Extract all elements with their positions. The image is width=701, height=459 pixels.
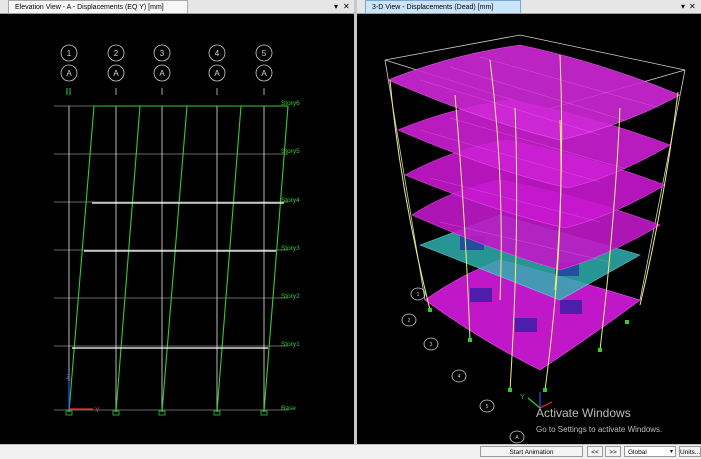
status-bar: Start Animation << >> Global ▾ Units... (0, 444, 701, 459)
close-icon[interactable]: ✕ (689, 0, 696, 13)
pin-dropdown-icon[interactable]: ▾ (681, 0, 685, 13)
column-deformed (115, 105, 141, 413)
grid-number-label: 3 (160, 49, 165, 58)
units-button[interactable]: Units... (679, 446, 701, 457)
elevation-canvas[interactable]: 1 2 3 4 5 A A A A A Story6 Story5 Story4… (0, 14, 354, 444)
grid-letter-label: A (66, 69, 72, 78)
axis-y-label: Y (95, 407, 100, 414)
story-label: Base (281, 405, 296, 412)
chevron-down-icon: ▾ (669, 449, 673, 455)
story-label: Story6 (281, 100, 300, 107)
axis-z-label: Z (66, 375, 70, 381)
story-label: Story2 (281, 293, 300, 300)
support-icon (598, 348, 602, 352)
previous-button[interactable]: << (587, 446, 603, 457)
axis-y-label: Y (520, 394, 525, 401)
grid-letter-label: A (214, 69, 220, 78)
grid-bubble-label: 2 (408, 318, 411, 324)
close-icon[interactable]: ✕ (343, 0, 350, 13)
grid-bubble-label: 4 (458, 374, 461, 380)
column-3d (389, 79, 431, 311)
grid-number-label: 1 (67, 49, 72, 58)
story-label: Story5 (281, 148, 300, 155)
elevation-view-pane[interactable]: Elevation View - A - Displacements (EQ Y… (0, 0, 354, 444)
grid-bubble-label: 5 (486, 404, 489, 410)
grid-bubble-label: A (515, 435, 519, 441)
column-deformed (68, 105, 95, 413)
story-label: Story3 (281, 245, 300, 252)
tab-elevation-view[interactable]: Elevation View - A - Displacements (EQ Y… (8, 0, 188, 13)
grid-bubble-label: 1 (417, 292, 420, 298)
support-icon (428, 308, 432, 312)
3d-view-pane[interactable]: 3-D View - Displacements (Dead) [mm] ▾ 1… (357, 0, 701, 444)
story-label: Story4 (281, 197, 300, 204)
next-button[interactable]: >> (605, 446, 621, 457)
3d-canvas[interactable]: 1 2 3 4 5 A Y (357, 14, 701, 444)
activate-windows-title: Activate Windows (536, 406, 631, 420)
coordinate-system-value: Global (628, 449, 647, 456)
coordinate-system-select[interactable]: Global ▾ (624, 446, 676, 457)
grid-number-label: 2 (114, 49, 119, 58)
story-label: Story1 (281, 341, 300, 348)
3d-tab-bar: 3-D View - Displacements (Dead) [mm] ▾ (357, 0, 701, 14)
grid-letter-label: A (159, 69, 165, 78)
start-animation-button[interactable]: Start Animation (480, 446, 583, 457)
column-3d (639, 91, 679, 306)
support-icon (625, 320, 629, 324)
column-deformed (216, 105, 242, 413)
pin-dropdown-icon[interactable]: ▾ (334, 0, 338, 13)
grid-number-label: 5 (262, 49, 267, 58)
activate-windows-subtitle: Go to Settings to activate Windows. (536, 425, 663, 434)
tab-3d-view[interactable]: 3-D View - Displacements (Dead) [mm] (365, 0, 521, 13)
grid-number-label: 4 (215, 49, 220, 58)
grid-letter-label: A (113, 69, 119, 78)
elevation-tab-bar: Elevation View - A - Displacements (EQ Y… (0, 0, 354, 14)
support-icon (543, 388, 547, 392)
support-icon (468, 338, 472, 342)
grid-bubble-label: 3 (430, 342, 433, 348)
support-icon (508, 388, 512, 392)
column-deformed (161, 105, 188, 413)
grid-letter-label: A (261, 69, 267, 78)
